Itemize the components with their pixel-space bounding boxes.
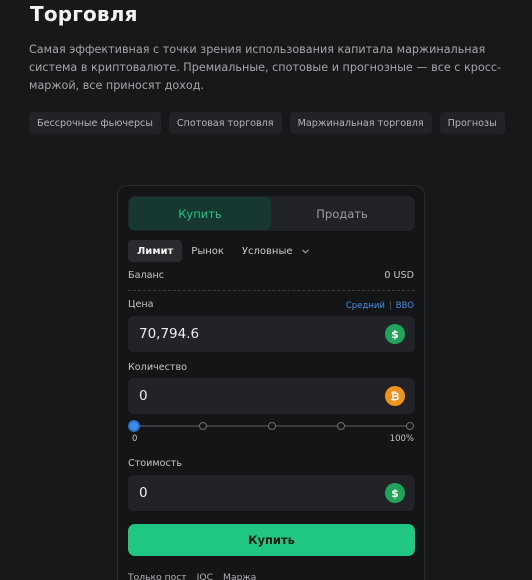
order-type-market[interactable]: Рынок bbox=[182, 240, 233, 262]
order-options: Только пост IOC Маржа bbox=[128, 572, 256, 580]
order-type-limit[interactable]: Лимит bbox=[128, 240, 183, 262]
option-margin[interactable]: Маржа bbox=[223, 572, 256, 580]
cost-label: Стоимость bbox=[128, 458, 183, 469]
tag-spot-trading[interactable]: Спотовая торговля bbox=[168, 112, 282, 134]
slider-max-label: 100% bbox=[389, 434, 414, 444]
slider-tick[interactable] bbox=[268, 422, 276, 430]
quantity-label: Количество bbox=[128, 362, 188, 373]
quantity-input-value: 0 bbox=[139, 388, 148, 404]
usd-coin-icon: $ bbox=[385, 483, 405, 503]
order-type-conditional[interactable]: Условные bbox=[233, 240, 319, 262]
price-link-separator: | bbox=[388, 301, 392, 311]
buy-tab[interactable]: Купить bbox=[129, 197, 271, 230]
bbo-price-link[interactable]: BBO bbox=[396, 301, 414, 311]
price-source-links: Средний | BBO bbox=[346, 301, 414, 311]
side-switch: Купить Продать bbox=[128, 196, 415, 231]
price-input-value: 70,794.6 bbox=[139, 326, 200, 342]
slider-min-label: 0 bbox=[132, 434, 138, 444]
option-post-only[interactable]: Только пост bbox=[128, 572, 187, 580]
mid-price-link[interactable]: Средний bbox=[346, 301, 385, 311]
cost-input-value: 0 bbox=[139, 485, 148, 501]
cost-input[interactable]: 0 $ bbox=[128, 475, 415, 511]
sell-tab[interactable]: Продать bbox=[271, 197, 413, 230]
balance-value: 0 USD bbox=[384, 270, 414, 281]
price-input[interactable]: 70,794.6 $ bbox=[128, 316, 415, 352]
balance-label: Баланс bbox=[128, 270, 165, 281]
trading-page: Торговля Самая эффективная с точки зрени… bbox=[0, 0, 532, 580]
slider-thumb[interactable] bbox=[128, 420, 140, 432]
feature-tags: Бессрочные фьючерсы Спотовая торговля Ма… bbox=[29, 112, 505, 134]
order-type-tabs: Лимит Рынок Условные bbox=[128, 240, 319, 262]
quantity-input[interactable]: 0 ₿ bbox=[128, 378, 415, 414]
tag-perpetual-futures[interactable]: Бессрочные фьючерсы bbox=[29, 112, 161, 134]
order-type-conditional-label: Условные bbox=[241, 245, 293, 257]
option-ioc[interactable]: IOC bbox=[197, 572, 213, 580]
buy-submit-button[interactable]: Купить bbox=[128, 524, 415, 556]
chevron-down-icon bbox=[301, 247, 310, 256]
btc-coin-icon: ₿ bbox=[385, 386, 405, 406]
slider-tick[interactable] bbox=[406, 422, 414, 430]
balance-divider bbox=[128, 290, 415, 291]
tag-margin-trading[interactable]: Маржинальная торговля bbox=[289, 112, 432, 134]
slider-tick[interactable] bbox=[337, 422, 345, 430]
section-description: Самая эффективная с точки зрения использ… bbox=[29, 43, 502, 92]
section-title: Торговля bbox=[30, 2, 138, 26]
usd-coin-icon: $ bbox=[385, 324, 405, 344]
price-label: Цена bbox=[128, 299, 154, 310]
tag-predictions[interactable]: Прогнозы bbox=[439, 112, 505, 134]
order-panel: Купить Продать Лимит Рынок Условные Бала… bbox=[117, 185, 425, 580]
quantity-slider[interactable] bbox=[128, 420, 414, 432]
slider-tick[interactable] bbox=[199, 422, 207, 430]
